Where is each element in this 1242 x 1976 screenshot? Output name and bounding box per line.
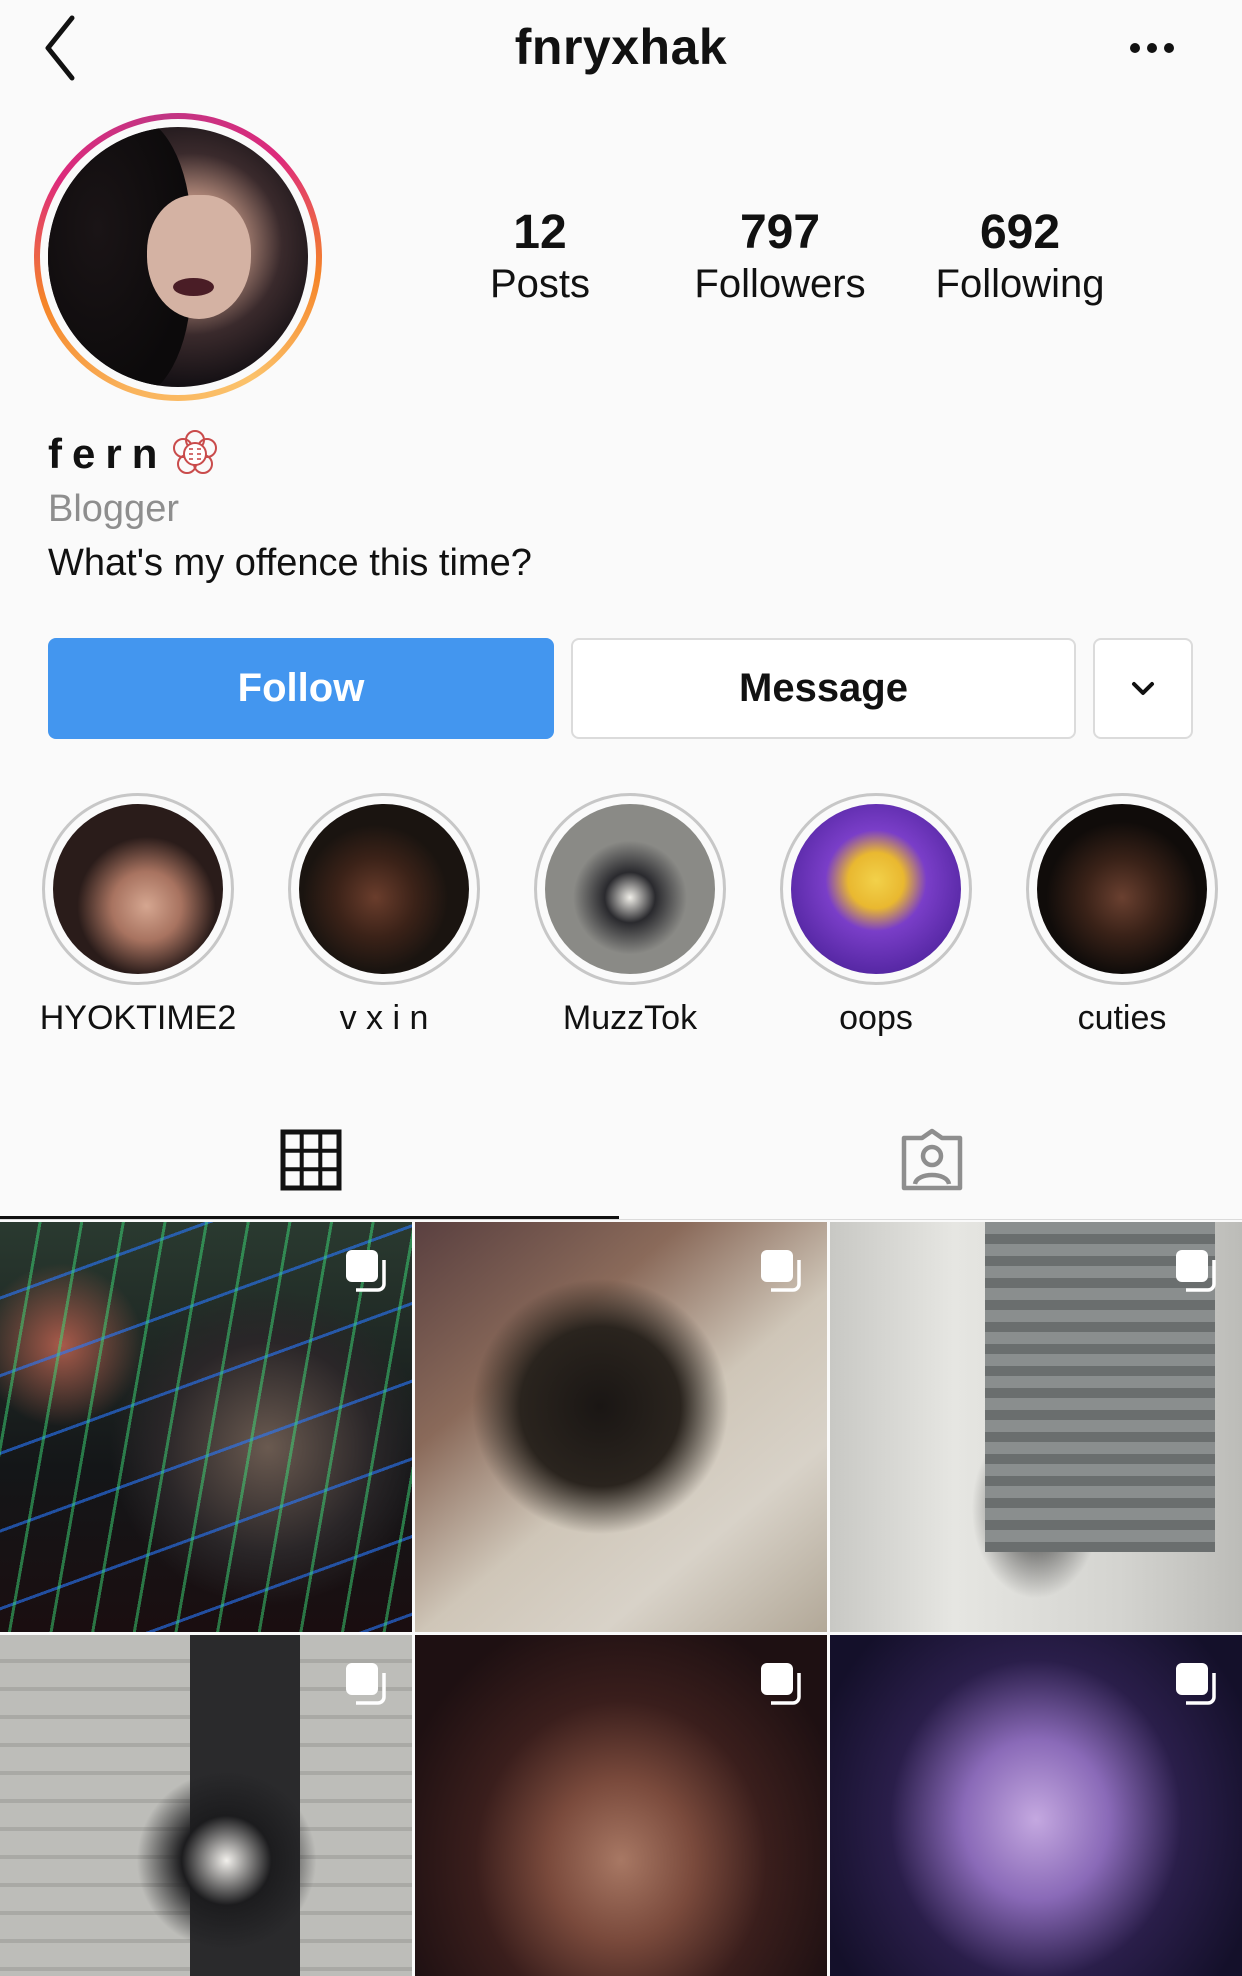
highlight-cover (53, 804, 223, 974)
multiple-posts-icon (1176, 1663, 1216, 1705)
highlight-label: HYOKTIME2 (39, 999, 237, 1037)
post-thumbnail[interactable] (415, 1635, 827, 1976)
followers-stat[interactable]: 797 Followers (680, 205, 880, 307)
highlight-label: v x i n (339, 999, 429, 1037)
multiple-posts-icon (346, 1250, 386, 1292)
post-thumbnail[interactable] (0, 1635, 412, 1976)
tabs-divider (0, 1219, 1242, 1220)
profile-bio: What's my offence this time? (48, 542, 532, 584)
profile-tabs (0, 1100, 1242, 1220)
tagged-icon (901, 1128, 962, 1191)
profile-name-text: fern (48, 430, 168, 477)
ellipsis-icon (1130, 43, 1174, 53)
posts-grid (0, 1222, 1242, 1976)
follow-button[interactable]: Follow (48, 638, 554, 739)
chevron-down-icon (1132, 681, 1154, 695)
multiple-posts-icon (761, 1250, 801, 1292)
grid-icon (280, 1129, 341, 1191)
highlight-label: cuties (1077, 999, 1167, 1037)
avatar-story-ring[interactable] (34, 113, 322, 401)
highlight-hyoktime2[interactable]: HYOKTIME2 (38, 793, 238, 1038)
more-options-button[interactable] (1122, 28, 1182, 68)
posts-label: Posts (489, 262, 591, 306)
highlight-oops[interactable]: oops (776, 793, 976, 1038)
flower-stamp-icon (173, 430, 218, 474)
post-thumbnail[interactable] (415, 1222, 827, 1632)
highlight-label: MuzzTok (562, 999, 698, 1037)
header-username: fnryxhak (514, 19, 728, 75)
following-label: Following (935, 262, 1105, 306)
highlight-cover (791, 804, 961, 974)
highlight-vxin[interactable]: v x i n (284, 793, 484, 1038)
following-count: 692 (979, 206, 1061, 259)
followers-count: 797 (739, 206, 821, 259)
tab-tagged[interactable] (621, 1100, 1242, 1220)
followers-label: Followers (694, 262, 866, 306)
posts-stat[interactable]: 12 Posts (470, 205, 610, 307)
highlight-muzztok[interactable]: MuzzTok (530, 793, 730, 1038)
highlight-cover (299, 804, 469, 974)
post-thumbnail[interactable] (830, 1635, 1242, 1976)
post-thumbnail[interactable] (830, 1222, 1242, 1632)
highlight-cuties[interactable]: cuties (1022, 793, 1222, 1038)
highlight-label: oops (839, 999, 913, 1037)
highlight-cover (1037, 804, 1207, 974)
following-stat[interactable]: 692 Following (920, 205, 1120, 307)
profile-header: fnryxhak (0, 0, 1242, 100)
suggested-accounts-button[interactable] (1093, 638, 1193, 739)
multiple-posts-icon (761, 1663, 801, 1705)
post-thumbnail[interactable] (0, 1222, 412, 1632)
avatar (48, 127, 308, 387)
profile-name: fern (48, 428, 221, 480)
tab-posts-grid[interactable] (0, 1100, 621, 1220)
multiple-posts-icon (1176, 1250, 1216, 1292)
message-button[interactable]: Message (571, 638, 1076, 739)
multiple-posts-icon (346, 1663, 386, 1705)
profile-category: Blogger (48, 488, 179, 530)
posts-count: 12 (513, 206, 567, 259)
highlight-cover (545, 804, 715, 974)
